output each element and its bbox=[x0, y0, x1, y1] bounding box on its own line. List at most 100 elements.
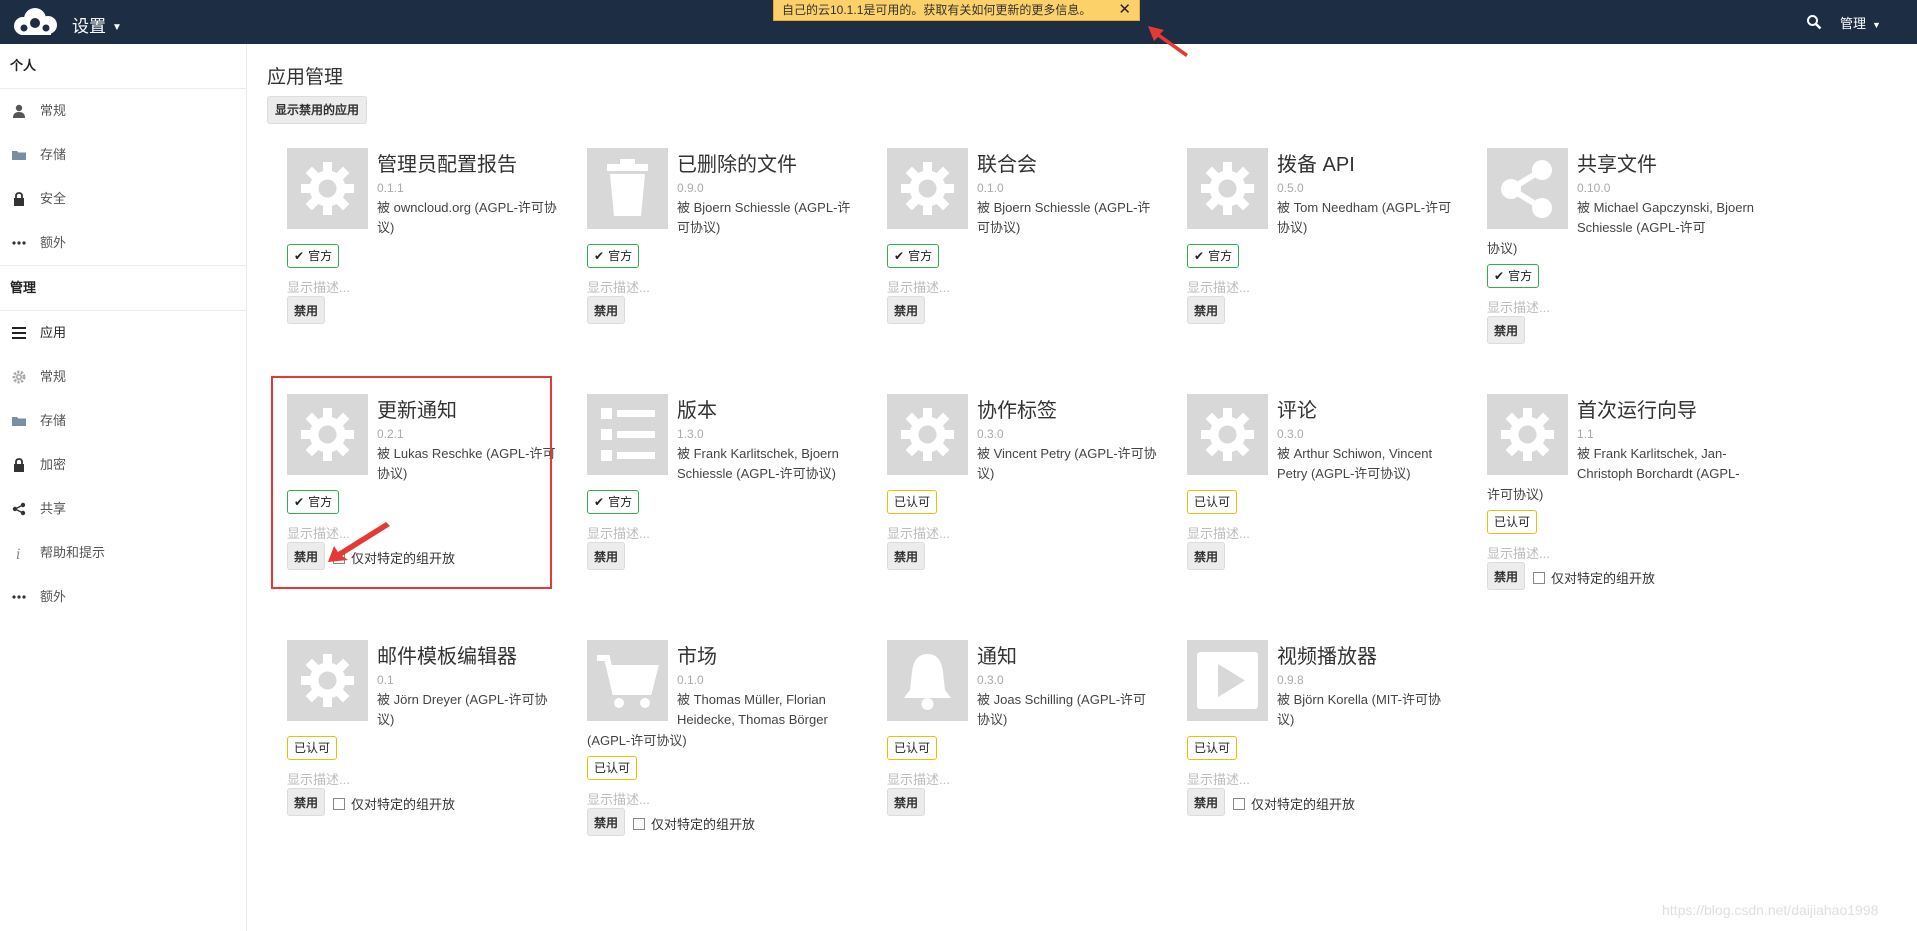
more-icon bbox=[12, 241, 26, 245]
disable-button[interactable]: 禁用 bbox=[887, 542, 926, 570]
disable-button[interactable]: 禁用 bbox=[1487, 316, 1526, 344]
show-description-link[interactable]: 显示描述... bbox=[887, 523, 950, 542]
sidebar-section-personal: 个人 bbox=[0, 44, 246, 89]
play-icon bbox=[1187, 640, 1268, 721]
sidebar-section-admin: 管理 bbox=[0, 265, 246, 311]
sidebar-item-encryption[interactable]: 加密 bbox=[0, 443, 246, 487]
disable-button[interactable]: 禁用 bbox=[1187, 296, 1226, 324]
sidebar-item-admin-general[interactable]: 常规 bbox=[0, 355, 246, 399]
show-description-link[interactable]: 显示描述... bbox=[587, 523, 650, 542]
disable-button[interactable]: 禁用 bbox=[587, 542, 626, 570]
sidebar-item-sharing[interactable]: 共享 bbox=[0, 487, 246, 531]
checkbox-icon[interactable] bbox=[333, 798, 345, 810]
show-description-link[interactable]: 显示描述... bbox=[1187, 523, 1250, 542]
disable-button[interactable]: 禁用 bbox=[887, 788, 926, 816]
search-icon[interactable] bbox=[1806, 14, 1822, 30]
show-description-link[interactable]: 显示描述... bbox=[887, 277, 950, 296]
app-name: 版本 bbox=[677, 400, 717, 422]
official-badge: ✔ 官方 bbox=[1187, 244, 1240, 268]
gear-icon bbox=[887, 148, 968, 229]
disable-button[interactable]: 禁用 bbox=[287, 788, 326, 816]
disable-button[interactable]: 禁用 bbox=[587, 296, 626, 324]
show-description-link[interactable]: 显示描述... bbox=[887, 769, 950, 788]
show-description-link[interactable]: 显示描述... bbox=[287, 277, 350, 296]
sidebar-item-help[interactable]: i 帮助和提示 bbox=[0, 531, 246, 575]
group-restriction-checkbox[interactable]: 仅对特定的组开放 bbox=[1533, 568, 1655, 587]
badge-label: 官方 bbox=[1508, 269, 1533, 283]
group-restriction-checkbox[interactable]: 仅对特定的组开放 bbox=[633, 814, 755, 833]
disable-button[interactable]: 禁用 bbox=[1487, 562, 1526, 590]
disable-button[interactable]: 禁用 bbox=[587, 808, 626, 836]
show-disabled-apps-button[interactable]: 显示禁用的应用 bbox=[267, 96, 368, 124]
disable-button[interactable]: 禁用 bbox=[1187, 542, 1226, 570]
disable-button[interactable]: 禁用 bbox=[1187, 788, 1226, 816]
update-notice[interactable]: 自己的云10.1.1是可用的。获取有关如何更新的更多信息。 ✕ bbox=[773, 0, 1140, 21]
bell-icon bbox=[887, 640, 968, 721]
gear-icon bbox=[287, 148, 368, 229]
caret-down-icon: ▼ bbox=[112, 22, 122, 33]
app-card: 拨备 API 0.5.0 被 Tom Needham (AGPL-许可协议) ✔… bbox=[1187, 148, 1467, 378]
disable-button[interactable]: 禁用 bbox=[887, 296, 926, 324]
app-version: 0.10.0 bbox=[1577, 181, 1611, 195]
official-badge: ✔ 官方 bbox=[587, 490, 640, 514]
approved-badge: 已认可 bbox=[887, 490, 938, 514]
app-author: 被 Arthur Schiwon, Vincent Petry (AGPL-许可… bbox=[1277, 446, 1433, 481]
user-menu[interactable]: 管理 ▼ bbox=[1840, 13, 1881, 32]
gear-icon bbox=[12, 370, 26, 384]
app-version: 0.1.0 bbox=[977, 181, 1004, 195]
sidebar-item-label: 应用 bbox=[40, 325, 67, 340]
app-menu-toggle[interactable]: 设置 ▼ bbox=[72, 12, 122, 37]
sidebar-item-label: 共享 bbox=[40, 501, 67, 516]
app-version: 0.1 bbox=[377, 673, 394, 687]
app-author-continued: (AGPL-许可协议) bbox=[587, 733, 687, 748]
sidebar-item-label: 安全 bbox=[40, 191, 67, 206]
app-card: 通知 0.3.0 被 Joas Schilling (AGPL-许可协议) 已认… bbox=[887, 640, 1167, 870]
group-restriction-checkbox[interactable]: 仅对特定的组开放 bbox=[333, 794, 455, 813]
checkbox-icon[interactable] bbox=[1233, 798, 1245, 810]
sidebar-item-label: 存储 bbox=[40, 413, 67, 428]
sidebar-item-admin-storage[interactable]: 存储 bbox=[0, 399, 246, 443]
show-description-link[interactable]: 显示描述... bbox=[1487, 543, 1550, 562]
app-author: 被 Thomas Müller, Florian Heidecke, Thoma… bbox=[677, 692, 828, 727]
show-description-link[interactable]: 显示描述... bbox=[287, 769, 350, 788]
app-author: 被 owncloud.org (AGPL-许可协议) bbox=[377, 200, 557, 235]
sidebar-item-admin-extra[interactable]: 额外 bbox=[0, 575, 246, 619]
sidebar: 个人 常规 存储 安全 额外 管理 应用 常规 存储 加密 共享 i 帮助和提示 bbox=[0, 44, 247, 931]
show-description-link[interactable]: 显示描述... bbox=[587, 789, 650, 808]
close-icon[interactable]: ✕ bbox=[1118, 0, 1131, 20]
app-card: 邮件模板编辑器 0.1 被 Jörn Dreyer (AGPL-许可协议) 已认… bbox=[287, 640, 567, 870]
sidebar-item-personal-extra[interactable]: 额外 bbox=[0, 221, 246, 265]
share-icon bbox=[1487, 148, 1568, 229]
app-version: 0.1.1 bbox=[377, 181, 404, 195]
check-icon: ✔ bbox=[894, 249, 905, 263]
app-card: 版本 1.3.0 被 Frank Karlitschek, Bjoern Sch… bbox=[587, 394, 867, 624]
app-name: 邮件模板编辑器 bbox=[377, 646, 517, 668]
disable-button[interactable]: 禁用 bbox=[287, 296, 326, 324]
sidebar-item-apps[interactable]: 应用 bbox=[0, 311, 246, 355]
show-description-link[interactable]: 显示描述... bbox=[1487, 297, 1550, 316]
app-version: 0.9.8 bbox=[1277, 673, 1304, 687]
show-description-link[interactable]: 显示描述... bbox=[1187, 769, 1250, 788]
app-version: 0.3.0 bbox=[1277, 427, 1304, 441]
show-description-link[interactable]: 显示描述... bbox=[1187, 277, 1250, 296]
app-card: 评论 0.3.0 被 Arthur Schiwon, Vincent Petry… bbox=[1187, 394, 1467, 624]
checkbox-icon[interactable] bbox=[1533, 572, 1545, 584]
checkbox-icon[interactable] bbox=[633, 818, 645, 830]
list-icon bbox=[587, 394, 668, 475]
app-name: 市场 bbox=[677, 646, 717, 668]
approved-badge: 已认可 bbox=[1187, 736, 1238, 760]
share-icon bbox=[12, 502, 26, 516]
owncloud-logo-icon[interactable] bbox=[9, 6, 61, 38]
app-name: 协作标签 bbox=[977, 400, 1057, 422]
sidebar-item-personal-storage[interactable]: 存储 bbox=[0, 133, 246, 177]
sidebar-item-personal-general[interactable]: 常规 bbox=[0, 89, 246, 133]
update-notice-text[interactable]: 自己的云10.1.1是可用的。获取有关如何更新的更多信息。 bbox=[782, 3, 1091, 17]
check-icon: ✔ bbox=[594, 249, 605, 263]
show-description-link[interactable]: 显示描述... bbox=[587, 277, 650, 296]
gear-icon bbox=[1487, 394, 1568, 475]
caret-down-icon: ▼ bbox=[1872, 20, 1881, 30]
sidebar-item-label: 额外 bbox=[40, 235, 67, 250]
sidebar-item-personal-security[interactable]: 安全 bbox=[0, 177, 246, 221]
approved-badge: 已认可 bbox=[1487, 510, 1538, 534]
group-restriction-checkbox[interactable]: 仅对特定的组开放 bbox=[1233, 794, 1355, 813]
